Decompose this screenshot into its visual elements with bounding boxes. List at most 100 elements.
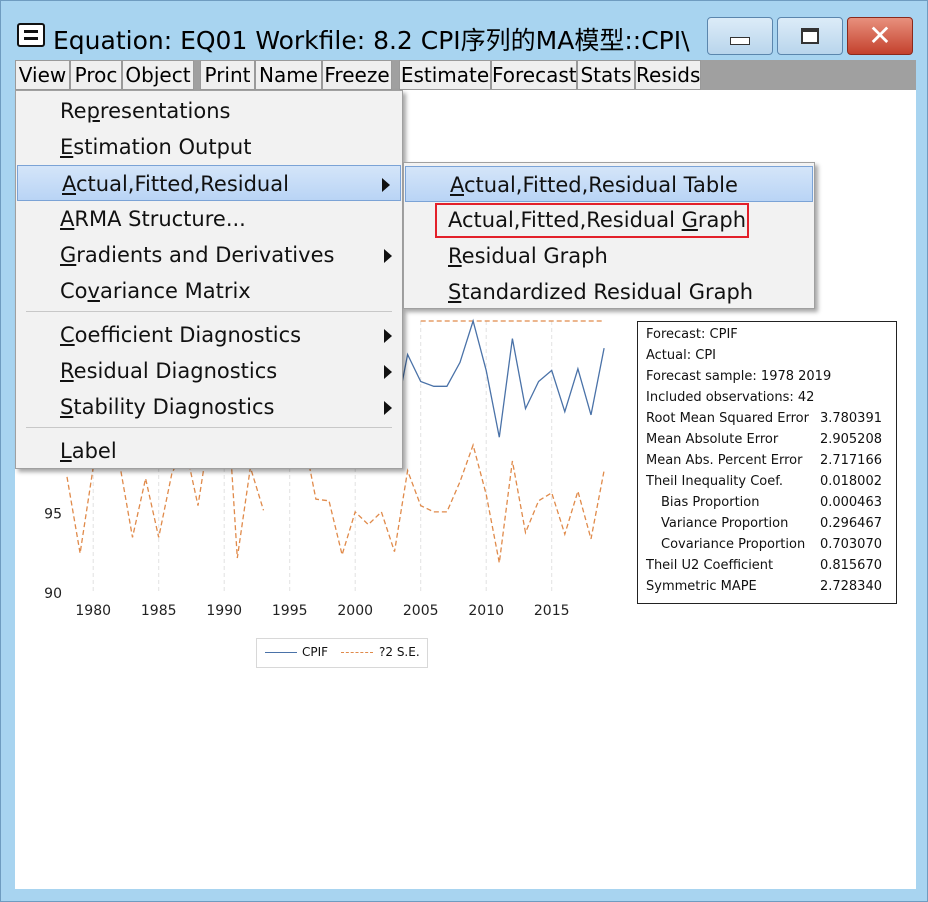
close-icon: ✕: [868, 19, 892, 52]
stats-row: Root Mean Squared Error 3.780391: [638, 411, 896, 432]
system-menu-icon[interactable]: [17, 23, 45, 47]
menu-item-label: Covariance Matrix: [60, 279, 251, 303]
forecast-statistics-box: Forecast: CPIF Actual: CPI Forecast sample…: [637, 321, 897, 604]
stats-label: Root Mean Squared Error: [646, 411, 809, 426]
menu-item-covariance-matrix[interactable]: Covariance Matrix: [16, 273, 402, 309]
x-tick-label: 2000: [337, 603, 373, 619]
toolbar-button-stats[interactable]: Stats: [577, 60, 635, 90]
toolbar-button-forecast[interactable]: Forecast: [491, 60, 577, 90]
menu-item-actual-fitted-residual[interactable]: Actual,Fitted,Residual: [17, 165, 401, 201]
x-tick-label: 1985: [141, 603, 177, 619]
minimize-button[interactable]: [707, 17, 773, 55]
submenu-arrow-icon: [384, 249, 392, 263]
stats-header-line: Included observations: 42: [638, 390, 896, 411]
menu-item-label: Gradients and Derivatives: [60, 243, 335, 267]
close-button[interactable]: ✕: [847, 17, 913, 55]
window-title: Equation: EQ01 Workfile: 8.2 CPI序列的MA模型:…: [53, 26, 690, 55]
stats-row: Mean Abs. Percent Error 2.717166: [638, 453, 896, 474]
stats-label: Theil U2 Coefficient: [646, 558, 774, 573]
menu-separator: [26, 311, 392, 312]
x-tick-label: 2005: [403, 603, 439, 619]
submenu-item-label: Standardized Residual Graph: [448, 280, 754, 304]
y-tick-label: 90: [44, 586, 62, 602]
stats-row: Mean Absolute Error 2.905208: [638, 432, 896, 453]
toolbar-button-name[interactable]: Name: [255, 60, 322, 90]
stats-header-text: Actual: CPI: [646, 348, 716, 363]
legend-label-cpif: CPIF: [302, 645, 329, 659]
menu-item-arma-structure[interactable]: ARMA Structure...: [16, 201, 402, 237]
submenu-arrow-icon: [382, 178, 390, 192]
x-tick-label: 1990: [206, 603, 242, 619]
stats-row: Covariance Proportion 0.703070: [638, 537, 896, 558]
menu-item-label: Estimation Output: [60, 135, 252, 159]
title-bar[interactable]: Equation: EQ01 Workfile: 8.2 CPI序列的MA模型:…: [1, 1, 927, 59]
equation-toolbar: View Proc Object Print Name Freeze Estimate For…: [15, 60, 916, 90]
menu-item-label: Residual Diagnostics: [60, 359, 278, 383]
toolbar-button-view[interactable]: View: [15, 60, 70, 90]
menu-item-label: Representations: [60, 99, 231, 123]
submenu-item-label: Residual Graph: [448, 244, 608, 268]
menu-item-representations[interactable]: Representations: [16, 93, 402, 129]
toolbar-button-resids[interactable]: Resids: [635, 60, 701, 90]
menu-item-label[interactable]: Label: [16, 433, 402, 469]
stats-header-line: Forecast: CPIF: [638, 327, 896, 348]
stats-label: Variance Proportion: [661, 516, 789, 531]
stats-value: 0.018002: [819, 474, 882, 489]
menu-item-gradients-and-derivatives[interactable]: Gradients and Derivatives: [16, 237, 402, 273]
stats-header-line: Actual: CPI: [638, 348, 896, 369]
stats-value: 2.905208: [819, 432, 882, 447]
menu-separator: [26, 427, 392, 428]
stats-label: Covariance Proportion: [661, 537, 806, 552]
menu-item-label: Label: [60, 439, 117, 463]
submenu-arrow-icon: [384, 329, 392, 343]
menu-item-label: Coefficient Diagnostics: [60, 323, 302, 347]
highlight-annotation-box: [435, 203, 749, 238]
menu-item-label: ARMA Structure...: [60, 207, 246, 231]
maximize-icon: [801, 28, 819, 44]
menu-item-stability-diagnostics[interactable]: Stability Diagnostics: [16, 389, 402, 425]
legend-label-se: ?2 S.E.: [379, 645, 420, 659]
stats-label: Mean Absolute Error: [646, 432, 779, 447]
stats-label: Bias Proportion: [661, 495, 760, 510]
stats-value: 0.815670: [819, 558, 882, 573]
x-tick-label: 1995: [272, 603, 308, 619]
stats-header-line: Forecast sample: 1978 2019: [638, 369, 896, 390]
menu-item-coefficient-diagnostics[interactable]: Coefficient Diagnostics: [16, 317, 402, 353]
legend-line-se: [341, 652, 373, 653]
stats-value: 2.717166: [819, 453, 882, 468]
stats-value: 3.780391: [819, 411, 882, 426]
submenu-item-standardized-residual-graph[interactable]: Standardized Residual Graph: [404, 274, 814, 310]
toolbar-button-print[interactable]: Print: [200, 60, 255, 90]
menu-item-estimation-output[interactable]: Estimation Output: [16, 129, 402, 165]
maximize-button[interactable]: [777, 17, 843, 55]
toolbar-button-estimate[interactable]: Estimate: [399, 60, 491, 90]
chart-legend: CPIF ?2 S.E.: [256, 638, 428, 668]
submenu-arrow-icon: [384, 365, 392, 379]
toolbar-button-proc[interactable]: Proc: [70, 60, 122, 90]
toolbar-button-object[interactable]: Object: [122, 60, 194, 90]
menu-item-label: Actual,Fitted,Residual: [62, 172, 289, 196]
toolbar-button-freeze[interactable]: Freeze: [322, 60, 392, 90]
stats-header-text: Forecast: CPIF: [646, 327, 738, 342]
stats-row: Theil U2 Coefficient 0.815670: [638, 558, 896, 579]
view-menu: Representations Estimation Output Actual,F…: [15, 90, 403, 469]
stats-value: 0.000463: [819, 495, 882, 510]
y-tick-label: 95: [44, 507, 62, 523]
minimize-icon: [730, 37, 750, 45]
menu-item-residual-diagnostics[interactable]: Residual Diagnostics: [16, 353, 402, 389]
stats-row: Variance Proportion 0.296467: [638, 516, 896, 537]
stats-header-text: Forecast sample: 1978 2019: [646, 369, 832, 384]
equation-window: Equation: EQ01 Workfile: 8.2 CPI序列的MA模型:…: [0, 0, 928, 902]
legend-line-cpif: [265, 652, 297, 653]
x-tick-label: 2015: [534, 603, 570, 619]
stats-row: Symmetric MAPE 2.728340: [638, 579, 896, 600]
stats-label: Mean Abs. Percent Error: [646, 453, 803, 468]
submenu-item-label: Actual,Fitted,Residual Table: [450, 173, 738, 197]
submenu-arrow-icon: [384, 401, 392, 415]
x-tick-label: 1980: [75, 603, 111, 619]
stats-value: 0.296467: [819, 516, 882, 531]
x-tick-label: 2010: [468, 603, 504, 619]
submenu-item-residual-graph[interactable]: Residual Graph: [404, 238, 814, 274]
submenu-item-actual-fitted-residual-table[interactable]: Actual,Fitted,Residual Table: [405, 166, 813, 202]
stats-row: Bias Proportion 0.000463: [638, 495, 896, 516]
